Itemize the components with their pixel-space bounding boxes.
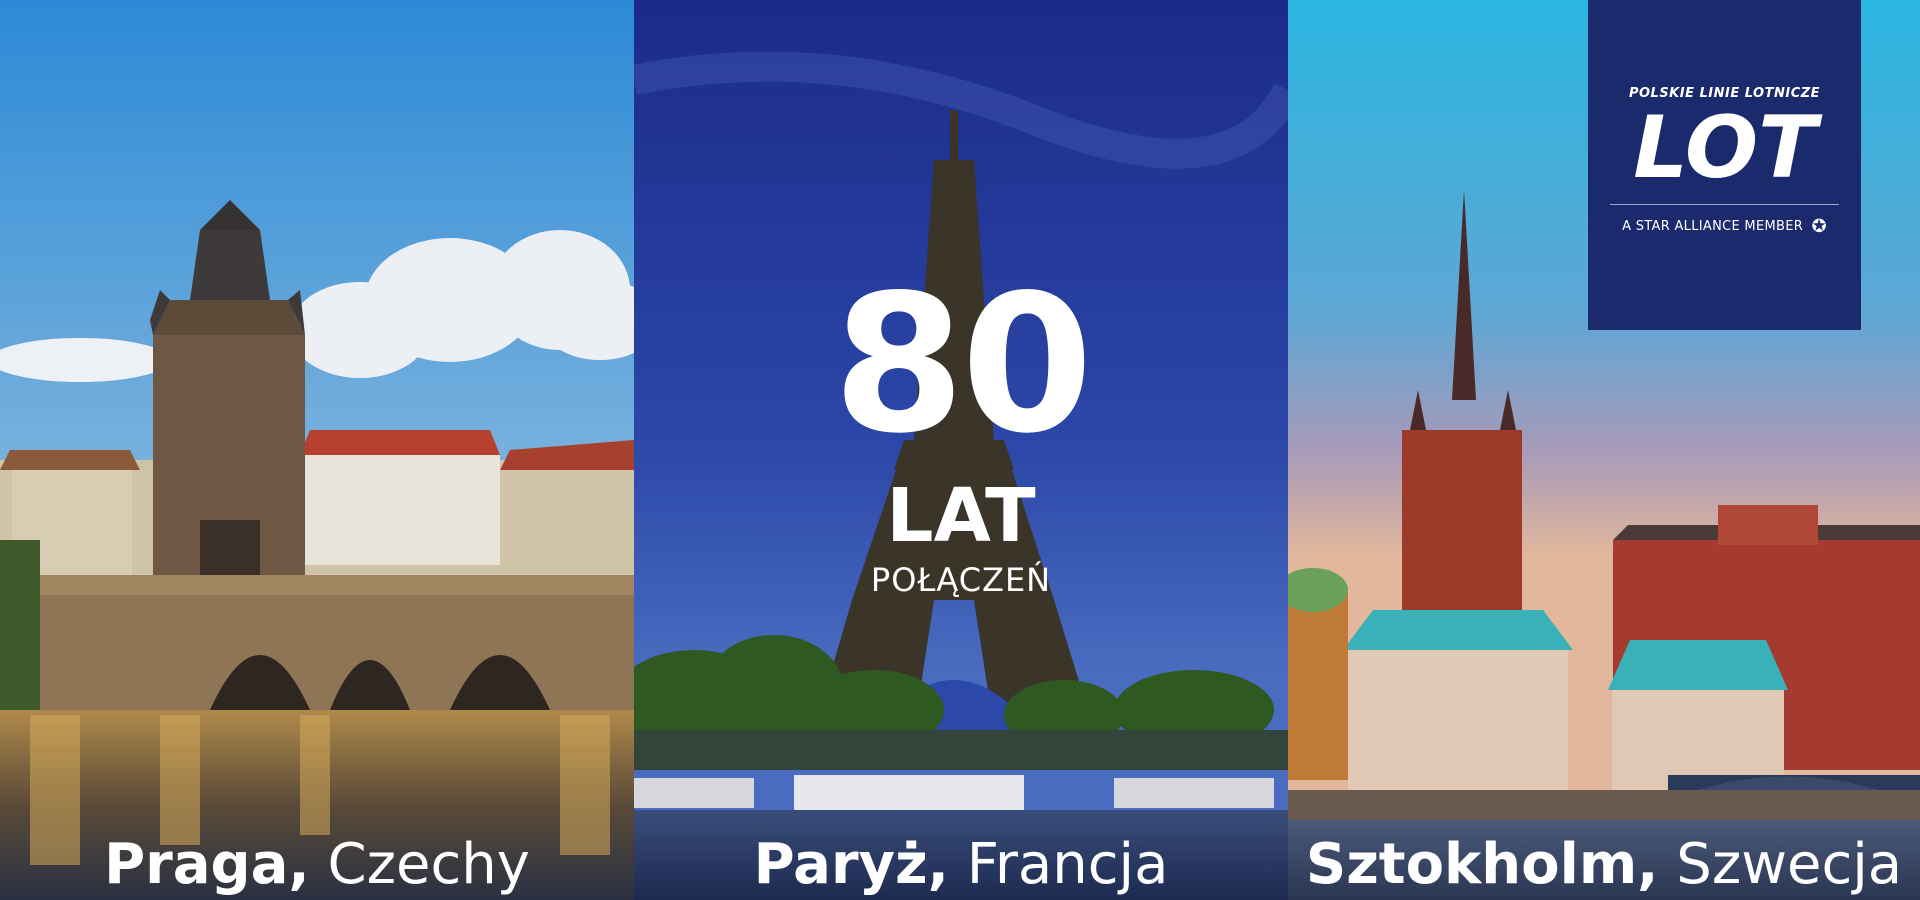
logo-bottom-line: A STAR ALLIANCE MEMBER ✪ <box>1588 216 1861 237</box>
country-name: Francja <box>966 832 1169 897</box>
country-name: Czechy <box>327 832 530 897</box>
logo-mark-text: LOT <box>1633 105 1823 189</box>
caption-prague: Praga, Czechy <box>0 830 634 900</box>
anniversary-number: 80 <box>832 254 1093 475</box>
logo-divider <box>1610 204 1839 205</box>
lot-logo: POLSKIE LINIE LOTNICZE LOT A STAR ALLIAN… <box>1588 0 1861 330</box>
lot-logo-mark: LOT <box>1633 105 1823 189</box>
country-name: Szwecja <box>1676 832 1903 897</box>
anniversary-unit: LAT <box>886 473 1036 559</box>
anniversary-subtitle: POŁĄCZEŃ <box>870 561 1052 599</box>
caption-paris: Paryż, Francja <box>634 830 1288 900</box>
panel-prague: Praga, Czechy <box>0 0 634 900</box>
logo-top-text: POLSKIE LINIE LOTNICZE <box>1628 86 1821 101</box>
logo-bottom-text: A STAR ALLIANCE MEMBER <box>1622 219 1804 234</box>
prague-photo <box>0 0 634 900</box>
city-name: Praga, <box>104 832 310 897</box>
star-alliance-icon: ✪ <box>1811 216 1827 237</box>
anniversary-badge: 80 LAT POŁĄCZEŃ <box>634 270 1288 600</box>
city-name: Paryż, <box>753 832 949 897</box>
city-name: Sztokholm, <box>1305 832 1659 897</box>
caption-stockholm: Sztokholm, Szwecja <box>1288 830 1920 900</box>
